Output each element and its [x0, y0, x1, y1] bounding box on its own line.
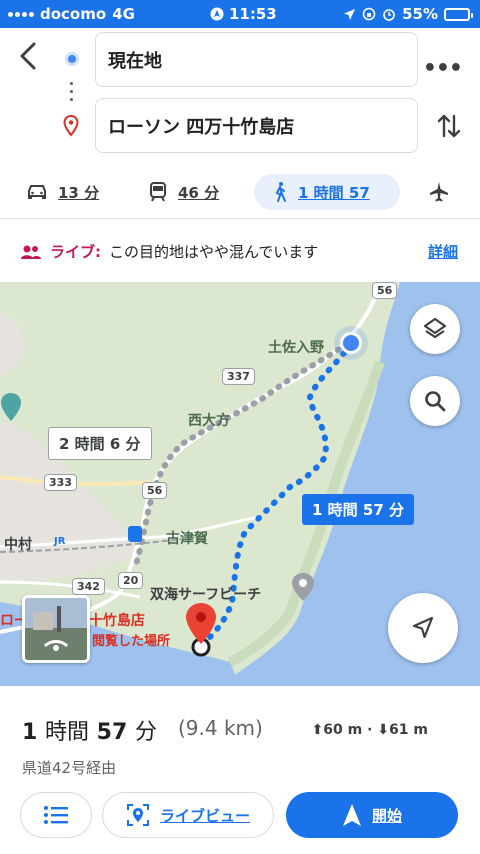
live-crowd-banner: ライブ: この目的地はやや混んでいます	[20, 241, 318, 262]
walk-icon	[275, 182, 286, 202]
start-button[interactable]: 開始	[286, 792, 458, 838]
location-arrow-icon	[344, 8, 356, 20]
origin-dot-icon	[65, 52, 79, 66]
mode-walk-label: 1 時間 57	[298, 183, 370, 202]
destination-field[interactable]: ローソン 四万十竹島店	[95, 98, 418, 153]
swap-direction-icon[interactable]	[436, 110, 462, 142]
status-bar: docomo 4G 11:53 55%	[0, 0, 480, 28]
list-icon	[44, 806, 68, 824]
recenter-button[interactable]	[388, 593, 458, 663]
people-icon	[21, 245, 41, 259]
alarm-icon	[383, 9, 395, 21]
road-shield: 337	[222, 368, 255, 385]
carrier-label: docomo	[40, 5, 107, 23]
map-label-jr: JR	[54, 536, 66, 547]
place-pin-icon	[292, 573, 314, 601]
live-view-label: ライブビュー	[159, 806, 250, 825]
route-duration: 1 時間 57 分	[22, 714, 157, 746]
map-label-kotsuka: 古津賀	[166, 531, 208, 547]
route-distance: (9.4 km)	[178, 716, 263, 740]
back-arrow-icon[interactable]	[14, 40, 42, 72]
map-poi-icon	[1, 393, 21, 421]
details-link[interactable]: 詳細	[428, 241, 458, 262]
live-view-button[interactable]: ライブビュー	[102, 792, 274, 838]
airplane-icon	[430, 182, 448, 202]
route-connector-dots	[70, 82, 74, 106]
more-options-icon[interactable]: •••	[423, 56, 463, 81]
mode-flight-tab[interactable]	[428, 174, 450, 210]
divider	[0, 218, 480, 219]
network-label: 4G	[112, 5, 135, 23]
train-icon	[150, 182, 166, 202]
clock: 11:53	[229, 5, 277, 23]
location-services-icon	[210, 7, 224, 21]
destination-pin-icon	[63, 115, 79, 137]
car-icon	[28, 185, 46, 199]
battery-percent: 55%	[402, 5, 438, 23]
layers-button[interactable]	[410, 304, 460, 354]
duration-hours-unit: 時間	[44, 720, 89, 745]
mode-transit-label: 46 分	[178, 183, 220, 202]
navigation-arrow-icon	[412, 616, 434, 639]
road-shield: 333	[44, 474, 77, 491]
rotation-lock-icon	[362, 7, 376, 21]
battery-icon	[444, 7, 473, 21]
live-text: この目的地はやや混んでいます	[109, 243, 319, 261]
current-location-dot	[340, 332, 362, 354]
mode-car-label: 13 分	[58, 183, 100, 202]
steps-button[interactable]	[20, 792, 92, 838]
road-shield: 56	[372, 282, 398, 299]
route-elevation: ⬆60 m · ⬇61 m	[311, 722, 428, 738]
navigation-start-icon	[342, 804, 361, 826]
mode-car-tab[interactable]: 13 分	[26, 174, 99, 210]
alt-route-duration[interactable]: 2 時間 6 分	[48, 427, 152, 460]
live-tag-colon: :	[95, 243, 102, 261]
map-view[interactable]: 土佐入野 西大方 古津賀 中村 JR 双海サーフビーチ ローソン 四万十竹島店 …	[0, 282, 480, 686]
live-tag: ライブ	[50, 243, 96, 261]
map-label-nishiogata: 西大方	[188, 413, 230, 429]
mode-transit-tab[interactable]: 46 分	[148, 174, 219, 210]
street-view-thumbnail[interactable]	[22, 595, 90, 663]
duration-minutes: 57	[96, 720, 128, 745]
map-label-nakamura: 中村	[4, 537, 32, 553]
map-label-recent: 閲覧した場所	[92, 634, 171, 649]
search-icon	[425, 391, 446, 412]
street-view-image	[25, 598, 87, 660]
origin-field[interactable]: 現在地	[95, 32, 418, 87]
duration-minutes-unit: 分	[134, 720, 157, 745]
live-view-pin-icon	[126, 804, 149, 826]
mode-walk-tab[interactable]: 1 時間 57	[254, 174, 400, 210]
map-label-soukai: 双海サーフビーチ	[150, 587, 262, 603]
travel-mode-bar: 13 分 46 分 1 時間 57	[0, 170, 480, 216]
road-shield: 342	[72, 578, 105, 595]
road-shield: 56	[142, 482, 168, 499]
start-label: 開始	[371, 806, 402, 825]
signal-icon	[8, 11, 34, 17]
route-via: 県道42号経由	[22, 759, 117, 777]
map-search-button[interactable]	[410, 376, 460, 426]
map-label-tosairino: 土佐入野	[268, 340, 324, 356]
duration-hours: 1	[22, 720, 38, 745]
destination-marker-icon	[186, 603, 216, 644]
main-route-duration[interactable]: 1 時間 57 分	[302, 494, 414, 525]
layers-icon	[423, 317, 447, 339]
road-shield: 20	[118, 572, 144, 589]
